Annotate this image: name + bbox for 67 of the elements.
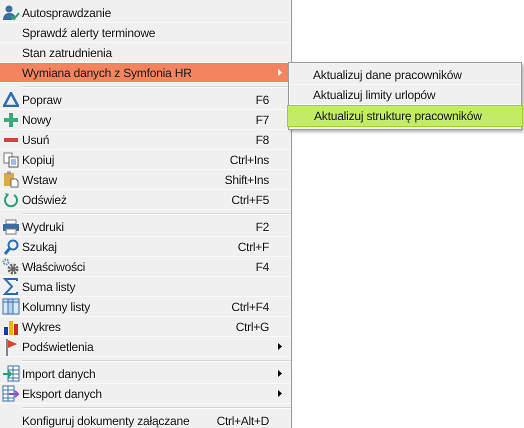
menu-item[interactable]: Konfiguruj dokumenty załączane Ctrl+Alt+D: [0, 411, 291, 428]
menu-item[interactable]: Kopiuj Ctrl+Ins: [0, 150, 291, 170]
user-check-icon: [2, 4, 20, 20]
menu-item-label: Popraw: [22, 92, 62, 108]
menu-item[interactable]: Wykres Ctrl+G: [0, 317, 291, 337]
menu-item-label: Nowy: [22, 112, 52, 128]
shortcut-label: Ctrl+Ins: [230, 152, 269, 168]
menu-item[interactable]: Kolumny listy Ctrl+F4: [0, 297, 291, 317]
printer-icon: [2, 218, 20, 234]
columns-icon: [2, 298, 20, 315]
menu-item-label: Suma listy: [22, 278, 76, 296]
menu-item[interactable]: Wstaw Shift+Ins: [0, 170, 291, 190]
refresh-icon: [3, 192, 19, 208]
shortcut-label: Ctrl+Alt+D: [216, 412, 269, 428]
menu-item[interactable]: Autosprawdzanie: [0, 3, 291, 23]
shortcut-label: F7: [256, 112, 269, 128]
menu-item[interactable]: Wydruki F2: [0, 217, 291, 237]
shortcut-label: F4: [256, 258, 269, 276]
menu-item[interactable]: Aktualizuj dane pracowników: [289, 65, 521, 85]
search-icon: [3, 238, 19, 254]
menu-item[interactable]: Wymiana danych z Symfonia HR: [0, 63, 291, 83]
menu-item-label: Wstaw: [22, 172, 58, 188]
menu-item[interactable]: Suma listy: [0, 277, 291, 297]
bar-chart-icon: [3, 318, 19, 334]
menu-item-label: Stan zatrudnienia: [22, 44, 112, 62]
menu-item[interactable]: Eksport danych: [0, 384, 291, 404]
shortcut-label: F8: [256, 132, 269, 148]
menu-item-label: Kolumny listy: [22, 298, 90, 316]
import-icon: [2, 365, 20, 382]
menu-item-label: Kopiuj: [22, 152, 54, 168]
menu-item-label: Odśwież: [22, 192, 67, 208]
shortcut-label: F6: [256, 92, 269, 108]
menu-item-label: Eksport danych: [22, 386, 102, 402]
menu-item-label: Wymiana danych z Symfonia HR: [22, 64, 192, 82]
menu-item[interactable]: Usuń F8: [0, 130, 291, 150]
menu-item-label: Wykres: [22, 318, 61, 336]
sigma-icon: [3, 278, 19, 295]
menu-item-label: Autosprawdzanie: [22, 4, 112, 22]
menu-item[interactable]: Właściwości F4: [0, 257, 291, 277]
shortcut-label: Ctrl+F: [238, 238, 269, 256]
menu-item-label: Import danych: [22, 366, 96, 382]
clipboard-icon: [3, 171, 19, 188]
menu-item[interactable]: Aktualizuj strukturę pracowników: [287, 105, 523, 127]
menu-item[interactable]: Podświetlenia: [0, 337, 291, 357]
menu-item-label: Wydruki: [22, 218, 64, 236]
menu-item-label: Sprawdź alerty terminowe: [22, 24, 156, 42]
minus-icon: [3, 136, 19, 142]
shortcut-label: Ctrl+F4: [231, 298, 269, 316]
gears-icon: [2, 258, 20, 275]
shortcut-label: Shift+Ins: [224, 172, 269, 188]
plus-icon: [3, 112, 19, 128]
export-icon: [2, 385, 20, 402]
menu-item[interactable]: Import danych: [0, 364, 291, 384]
triangle-icon: [3, 92, 19, 107]
menu-item-label: Usuń: [22, 132, 50, 148]
shortcut-label: Ctrl+F5: [231, 192, 269, 208]
menu-item-label: Właściwości: [22, 258, 86, 276]
menu-item-label: Podświetlenia: [22, 338, 94, 356]
menu-item[interactable]: Odśwież Ctrl+F5: [0, 190, 291, 210]
copy-icon: [3, 152, 19, 168]
menu-item[interactable]: Szukaj Ctrl+F: [0, 237, 291, 257]
menu-item-label: Szukaj: [22, 238, 57, 256]
menu-item-label: Konfiguruj dokumenty załączane: [22, 412, 190, 428]
menu-item[interactable]: Sprawdź alerty terminowe: [0, 23, 291, 43]
flag-icon: [4, 338, 18, 356]
shortcut-label: Ctrl+G: [236, 318, 269, 336]
shortcut-label: F2: [256, 218, 269, 236]
